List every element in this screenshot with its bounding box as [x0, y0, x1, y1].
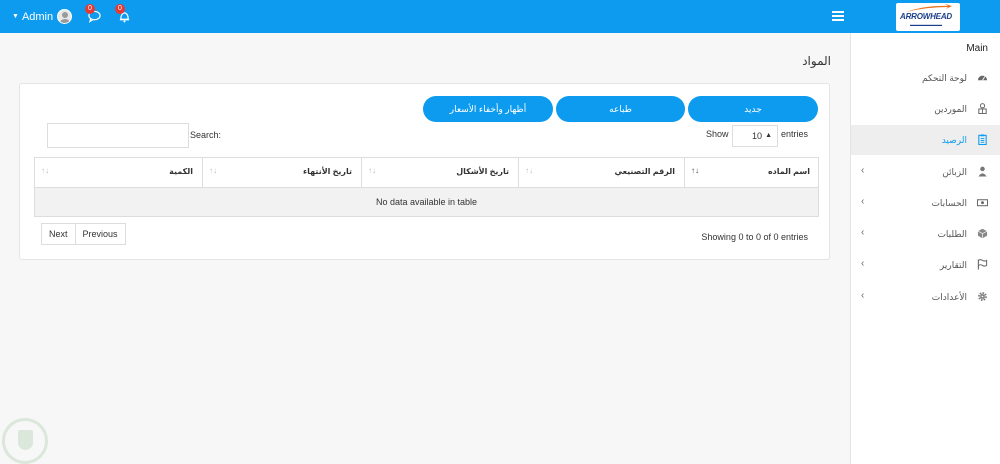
sort-icon: ↑↓: [525, 166, 533, 175]
menu-toggle-icon[interactable]: [832, 11, 844, 21]
show-label: Show: [706, 129, 729, 139]
sidebar-item-label: التقارير: [939, 260, 967, 270]
page-size-select[interactable]: 10 ▲: [732, 125, 778, 147]
sidebar-item-settings[interactable]: ‹ الأعدادات: [851, 282, 1000, 312]
logo-text: ARROWHEAD: [900, 12, 952, 21]
next-page-button[interactable]: Next: [41, 223, 76, 245]
sidebar-item-label: الموردين: [934, 104, 967, 114]
sidebar-item-label: الزبائن: [942, 167, 967, 177]
sidebar-item-label: الأعدادات: [931, 292, 967, 302]
materials-card: جديد طباعه أظهار وأخفاء الأسعار entries …: [19, 83, 830, 260]
sidebar-item-dashboard[interactable]: لوحة التحكم: [851, 63, 1000, 93]
notifications-badge: 0: [115, 4, 125, 14]
sort-icon: ↑↓: [368, 166, 376, 175]
user-name: Admin: [21, 10, 54, 23]
sidebar-item-label: الطلبات: [937, 229, 967, 239]
user-menu[interactable]: ▼ Admin: [12, 9, 73, 24]
search-input[interactable]: [47, 123, 189, 148]
messages-button[interactable]: 0: [85, 4, 102, 24]
sort-asc-icon: ↑↓: [691, 166, 699, 175]
user-icon: [978, 166, 987, 177]
dashboard-icon: [977, 75, 988, 81]
sidebar-item-label: الرصيد: [941, 135, 967, 145]
empty-table-message: No data available in table: [34, 188, 819, 217]
previous-page-button[interactable]: Previous: [75, 223, 126, 245]
column-header-forms-date[interactable]: تاريخ الأشكال ↑↓: [362, 158, 519, 187]
select-arrows-icon: ▲: [765, 132, 772, 139]
chevron-left-icon: ‹: [861, 258, 865, 269]
chevron-left-icon: ‹: [861, 290, 865, 301]
chevron-left-icon: ‹: [861, 227, 865, 238]
avatar: [57, 9, 73, 24]
table-header: اسم الماده ↑↓ الرقم التصنيعي ↑↓ تاريخ ال…: [34, 157, 819, 188]
sidebar-item-label: لوحة التحكم: [921, 73, 967, 83]
chevron-left-icon: ‹: [861, 165, 865, 176]
brand-logo[interactable]: ARROWHEAD ▬▬▬▬▬▬▬▬: [896, 3, 960, 31]
print-button[interactable]: طباعه: [556, 96, 685, 122]
sidebar-item-label: الحسابات: [931, 198, 967, 208]
toggle-prices-button[interactable]: أظهار وأخفاء الأسعار: [423, 96, 553, 122]
entries-label: entries: [781, 129, 809, 139]
notifications-button[interactable]: 0: [115, 4, 132, 24]
column-header-serial-number[interactable]: الرقم التصنيعي ↑↓: [519, 158, 685, 187]
sidebar-item-suppliers[interactable]: الموردين: [851, 94, 1000, 124]
cube-icon: [977, 228, 988, 239]
page-size-value: 10: [752, 131, 763, 141]
sidebar-item-balance[interactable]: الرصيد: [851, 125, 1000, 155]
gear-icon: [978, 292, 987, 301]
sidebar-heading: Main: [966, 43, 988, 54]
search-label: Search:: [190, 130, 222, 140]
page-title: المواد: [802, 54, 831, 68]
chevron-left-icon: ‹: [861, 196, 865, 207]
user-tie-icon: [978, 103, 987, 114]
messages-badge: 0: [85, 4, 95, 14]
materials-table: اسم الماده ↑↓ الرقم التصنيعي ↑↓ تاريخ ال…: [34, 157, 819, 217]
sort-icon: ↑↓: [41, 166, 49, 175]
sidebar-item-orders[interactable]: ‹ الطلبات: [851, 219, 1000, 249]
table-info: Showing 0 to 0 of 0 entries: [701, 232, 808, 242]
watermark-logo-icon: [2, 418, 48, 464]
caret-down-icon: ▼: [12, 13, 19, 20]
column-header-quantity[interactable]: الكمية ↑↓: [35, 158, 203, 187]
column-header-expiry-date[interactable]: تاريخ الأنتهاء ↑↓: [203, 158, 362, 187]
flag-icon: [977, 259, 988, 270]
sidebar: Main لوحة التحكم الموردين الرصيد ‹ الزبا…: [850, 33, 1000, 464]
top-navbar: ▼ Admin 0 0 ARROWHEAD ▬▬▬▬▬▬▬▬: [0, 0, 1000, 33]
sidebar-item-customers[interactable]: ‹ الزبائن: [851, 157, 1000, 187]
sidebar-item-reports[interactable]: ‹ التقارير: [851, 250, 1000, 280]
pagination: Next Previous: [41, 223, 126, 245]
logo-subtext-icon: ▬▬▬▬▬▬▬▬: [910, 22, 942, 27]
column-header-material-name[interactable]: اسم الماده ↑↓: [685, 158, 819, 187]
sidebar-item-accounts[interactable]: ‹ الحسابات: [851, 188, 1000, 218]
sort-icon: ↑↓: [209, 166, 217, 175]
clipboard-icon: [978, 134, 987, 145]
money-icon: [977, 199, 988, 207]
new-button[interactable]: جديد: [688, 96, 818, 122]
